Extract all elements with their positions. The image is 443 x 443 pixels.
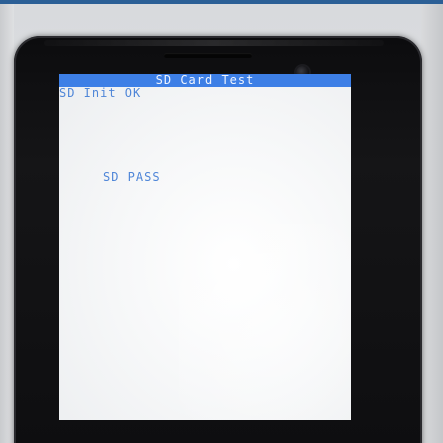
device-screen: SD Card Test SD Init OK SD PASS bbox=[59, 74, 351, 420]
status-line-pass: SD PASS bbox=[103, 170, 161, 184]
desk-surface-left bbox=[0, 4, 14, 443]
bezel-reflection bbox=[44, 40, 384, 46]
status-line-init: SD Init OK bbox=[59, 86, 142, 100]
photo-scene: SD Card Test SD Init OK SD PASS bbox=[0, 0, 443, 443]
earpiece-speaker bbox=[164, 53, 252, 58]
screen-glare bbox=[179, 224, 351, 420]
desk-surface-right bbox=[421, 4, 443, 443]
